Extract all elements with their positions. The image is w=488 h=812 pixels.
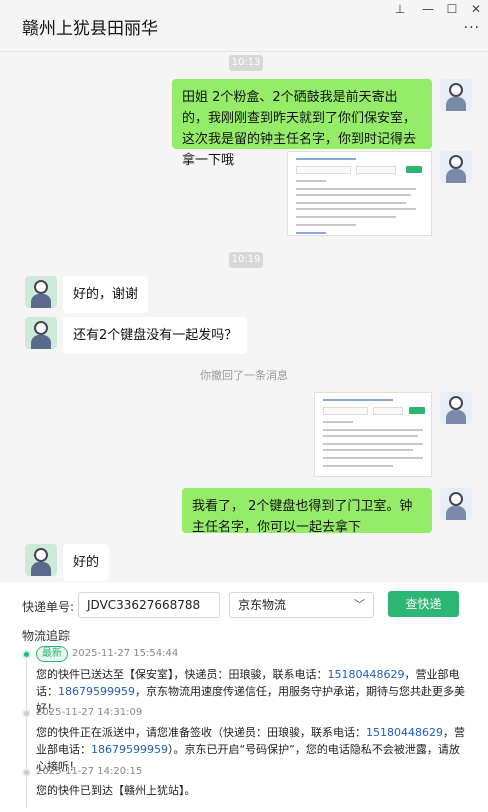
message-bubble-outgoing[interactable]: 我看了， 2个键盘也得到了门卫室。钟主任名字，你可以一起去拿下: [182, 488, 432, 535]
phone-link[interactable]: 15180448629: [328, 668, 405, 681]
event-time: 2025-11-27 14:20:15: [36, 766, 143, 777]
phone-link[interactable]: 18679599959: [58, 685, 135, 698]
minimize-icon[interactable]: —: [420, 2, 436, 16]
avatar[interactable]: [25, 276, 57, 308]
avatar[interactable]: [440, 392, 472, 424]
avatar[interactable]: [25, 317, 57, 349]
phone-link[interactable]: 18679599959: [91, 743, 168, 756]
message-bubble-outgoing[interactable]: 田姐 2个粉盒、2个硒鼓我是前天寄出的，我刚刚查到昨天就到了你们保安室，这次我是…: [172, 79, 432, 168]
tracking-number-label: 快递单号:: [22, 600, 75, 614]
close-icon[interactable]: ✕: [468, 2, 484, 16]
timeline-dot: [22, 709, 31, 718]
avatar[interactable]: [25, 544, 57, 576]
pin-icon[interactable]: ⊥: [392, 2, 408, 16]
avatar[interactable]: [440, 488, 472, 520]
title-bar: 赣州上犹县田丽华 ⊥ — ☐ ✕ ···: [0, 0, 488, 52]
maximize-icon[interactable]: ☐: [444, 2, 460, 16]
timeline-dot-active: [22, 650, 31, 659]
tracking-screenshot-image[interactable]: [314, 392, 432, 477]
timeline-dot: [22, 768, 31, 777]
message-bubble-incoming[interactable]: 好的，谢谢: [63, 276, 149, 313]
chat-messages: 10:13 田姐 2个粉盒、2个硒鼓我是前天寄出的，我刚刚查到昨天就到了你们保安…: [0, 52, 488, 582]
timestamp: 10:13: [229, 55, 263, 71]
timeline-line: [26, 658, 27, 808]
avatar[interactable]: [440, 151, 472, 183]
recall-notice: 你撤回了一条消息: [200, 369, 288, 382]
section-title: 物流追踪: [22, 629, 71, 643]
phone-link[interactable]: 15180448629: [366, 726, 443, 739]
carrier-value: 京东物流: [238, 598, 287, 612]
chat-title: 赣州上犹县田丽华: [22, 19, 158, 39]
query-button[interactable]: 查快递: [388, 591, 459, 617]
chevron-down-icon: ﹀: [354, 598, 365, 611]
event-time: 2025-11-27 15:54:44: [72, 648, 179, 659]
message-bubble-incoming[interactable]: 好的: [63, 544, 110, 581]
tracking-screenshot-image[interactable]: [287, 151, 432, 236]
tracking-panel: 快递单号: JDVC33627668788 京东物流 ﹀ 查快递 物流追踪 最新…: [0, 582, 488, 812]
event-time: 2025-11-27 14:31:09: [36, 707, 143, 718]
avatar[interactable]: [440, 79, 472, 111]
carrier-select[interactable]: 京东物流 ﹀: [229, 592, 374, 618]
message-bubble-incoming[interactable]: 还有2个键盘没有一起发吗？: [63, 317, 248, 354]
event-description: 您的快件已到达【赣州上犹站】。: [36, 784, 196, 797]
timestamp: 10:19: [229, 252, 263, 268]
more-icon[interactable]: ···: [464, 20, 480, 36]
latest-badge: 最新: [36, 646, 68, 662]
tracking-number-input[interactable]: JDVC33627668788: [78, 592, 220, 618]
